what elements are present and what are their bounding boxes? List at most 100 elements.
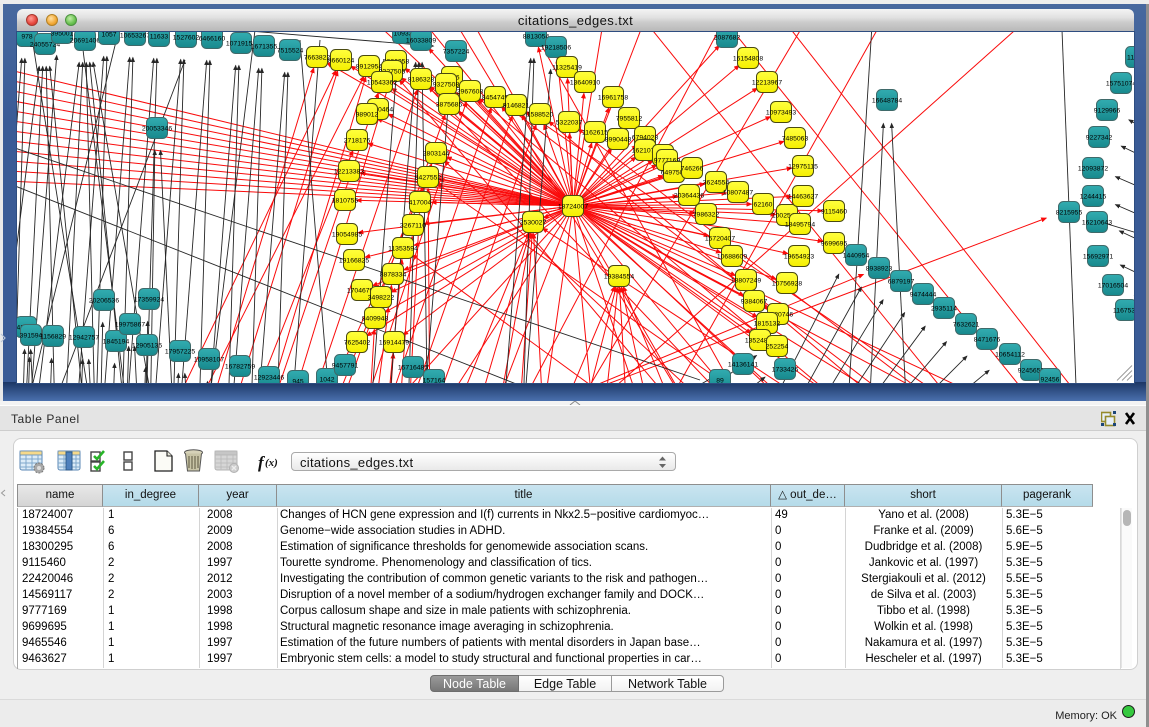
- svg-text:8660124: 8660124: [328, 58, 355, 65]
- svg-text:19654923: 19654923: [784, 254, 814, 261]
- svg-text:12975115: 12975115: [788, 164, 818, 171]
- svg-text:1810755: 1810755: [332, 198, 359, 205]
- svg-text:20206536: 20206536: [89, 298, 119, 305]
- svg-text:8409948: 8409948: [362, 316, 389, 323]
- svg-text:1588520: 1588520: [527, 112, 554, 119]
- svg-text:20691406: 20691406: [70, 38, 100, 45]
- svg-text:12905135: 12905135: [132, 343, 162, 350]
- svg-text:8471676: 8471676: [974, 337, 1001, 344]
- svg-text:7986322: 7986322: [693, 212, 720, 219]
- svg-text:5322037: 5322037: [556, 120, 583, 127]
- svg-text:8454749: 8454749: [482, 95, 509, 102]
- svg-text:9384067: 9384067: [741, 299, 768, 306]
- svg-text:15716485: 15716485: [398, 365, 428, 372]
- svg-text:7485063: 7485063: [782, 136, 809, 143]
- svg-text:16782759: 16782759: [225, 364, 255, 371]
- svg-text:157164: 157164: [423, 378, 446, 383]
- svg-text:89: 89: [716, 378, 724, 383]
- svg-text:1815132: 1815132: [754, 321, 781, 328]
- svg-text:16033809: 16033809: [406, 38, 436, 45]
- svg-text:417004: 417004: [409, 200, 432, 207]
- svg-text:989012: 989012: [356, 112, 379, 119]
- svg-text:10807487: 10807487: [723, 190, 753, 197]
- svg-text:12213383: 12213383: [334, 169, 364, 176]
- svg-text:2935114: 2935114: [931, 306, 957, 313]
- svg-text:16154808: 16154808: [733, 56, 763, 63]
- svg-text:2087682: 2087682: [714, 35, 741, 42]
- svg-text:11325419: 11325419: [552, 65, 582, 72]
- svg-text:12213967: 12213967: [752, 80, 782, 87]
- svg-text:12093872: 12093872: [1078, 166, 1108, 173]
- svg-text:3267110: 3267110: [400, 223, 426, 230]
- svg-text:1042: 1042: [319, 377, 334, 383]
- svg-text:16914479: 16914479: [379, 340, 409, 347]
- svg-text:20364436: 20364436: [674, 193, 704, 200]
- svg-text:746266: 746266: [681, 166, 704, 173]
- svg-text:19218506: 19218506: [541, 45, 571, 52]
- svg-text:1733426: 1733426: [772, 367, 799, 374]
- svg-text:252254: 252254: [766, 344, 789, 351]
- svg-text:62160: 62160: [754, 202, 773, 209]
- svg-text:16961758: 16961758: [598, 95, 628, 102]
- svg-text:18724007: 18724007: [558, 204, 588, 211]
- svg-text:7625402: 7625402: [344, 340, 371, 347]
- svg-text:12942757: 12942757: [69, 335, 99, 342]
- svg-text:12923446: 12923446: [254, 375, 284, 382]
- svg-text:2803144: 2803144: [423, 151, 450, 158]
- svg-text:15692971: 15692971: [1083, 254, 1113, 261]
- svg-text:10543362: 10543362: [367, 80, 397, 87]
- svg-text:6466160: 6466160: [199, 36, 226, 43]
- svg-text:7357224: 7357224: [443, 49, 470, 56]
- svg-text:16648784: 16648784: [872, 98, 902, 105]
- svg-text:7955812: 7955812: [616, 116, 643, 123]
- svg-text:1845194: 1845194: [103, 339, 130, 346]
- svg-text:8990448: 8990448: [605, 137, 632, 144]
- svg-text:8215955: 8215955: [1056, 210, 1083, 217]
- svg-text:8427552: 8427552: [415, 175, 442, 182]
- svg-text:14463627: 14463627: [788, 194, 818, 201]
- svg-text:2530027: 2530027: [520, 220, 547, 227]
- svg-text:9457791: 9457791: [332, 363, 359, 370]
- svg-text:1440954: 1440954: [843, 253, 870, 260]
- svg-text:8186328: 8186328: [408, 77, 435, 84]
- svg-text:15751074: 15751074: [1106, 81, 1134, 88]
- svg-text:10973493: 10973493: [766, 110, 796, 117]
- svg-text:15720407: 15720407: [705, 236, 735, 243]
- svg-text:3498222: 3498222: [368, 295, 395, 302]
- svg-text:17016504: 17016504: [1098, 283, 1128, 290]
- svg-text:7515524: 7515524: [277, 48, 304, 55]
- svg-text:1527602: 1527602: [173, 35, 200, 42]
- svg-text:(x): (x): [265, 457, 278, 469]
- svg-text:17359924: 17359924: [134, 297, 164, 304]
- svg-text:9129966: 9129966: [1094, 108, 1121, 115]
- svg-text:11123: 11123: [1127, 55, 1134, 62]
- svg-text:10653267: 10653267: [120, 33, 150, 40]
- svg-text:20053346: 20053346: [142, 126, 172, 133]
- svg-text:1162615: 1162615: [582, 130, 608, 137]
- svg-text:92456: 92456: [1041, 377, 1060, 383]
- svg-text:17957225: 17957225: [165, 349, 195, 356]
- svg-text:19975867: 19975867: [115, 322, 145, 329]
- svg-text:10756928: 10756928: [772, 281, 802, 288]
- svg-text:1244415: 1244415: [1080, 194, 1107, 201]
- svg-text:9327508: 9327508: [433, 82, 460, 89]
- svg-text:9115460: 9115460: [821, 209, 847, 216]
- svg-text:14136141: 14136141: [728, 362, 758, 369]
- svg-text:6879197: 6879197: [888, 279, 915, 286]
- svg-text:18807249: 18807249: [731, 278, 761, 285]
- svg-text:7663822: 7663822: [304, 55, 331, 62]
- svg-text:8878334: 8878334: [380, 272, 407, 279]
- svg-text:9146821: 9146821: [503, 103, 530, 110]
- svg-text:1167534: 1167534: [1113, 308, 1134, 315]
- svg-text:19054985: 19054985: [332, 232, 362, 239]
- svg-text:8938923: 8938923: [866, 266, 893, 273]
- svg-text:18495794: 18495794: [785, 222, 815, 229]
- svg-text:9227342: 9227342: [1086, 135, 1113, 142]
- svg-text:10688609: 10688609: [717, 254, 747, 261]
- svg-text:19384554: 19384554: [604, 274, 634, 281]
- svg-text:11353594: 11353594: [388, 246, 418, 253]
- svg-text:945: 945: [292, 379, 304, 383]
- svg-text:2967608: 2967608: [457, 89, 484, 96]
- svg-text:1671355: 1671355: [251, 44, 278, 51]
- svg-text:2718176: 2718176: [344, 138, 371, 145]
